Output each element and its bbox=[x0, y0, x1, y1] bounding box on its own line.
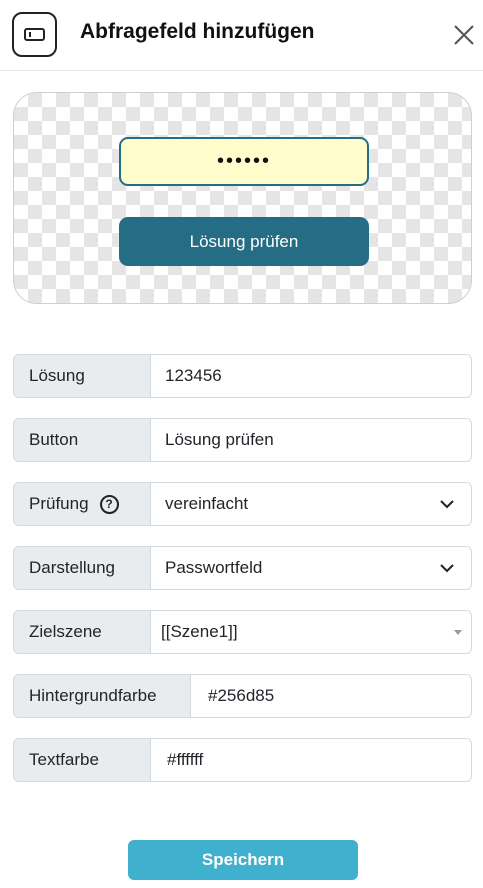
dialog-title: Abfragefeld hinzufügen bbox=[80, 20, 315, 43]
target-scene-select[interactable]: [[Szene1]] bbox=[151, 611, 471, 653]
display-label: Darstellung bbox=[14, 547, 151, 589]
background-color-row: Hintergrundfarbe #256d85 bbox=[13, 674, 472, 718]
preview-password-field[interactable]: •••••• bbox=[119, 137, 369, 186]
close-icon[interactable] bbox=[447, 18, 481, 52]
target-scene-value: [[Szene1]] bbox=[161, 622, 238, 641]
background-color-input[interactable]: #256d85 bbox=[191, 675, 471, 717]
preview-check-button[interactable]: Lösung prüfen bbox=[119, 217, 369, 266]
question-icon[interactable]: ? bbox=[99, 494, 119, 514]
target-scene-row: Zielszene [[Szene1]] bbox=[13, 610, 472, 654]
solution-input[interactable]: 123456 bbox=[151, 355, 471, 397]
display-select[interactable]: Passwortfeld bbox=[151, 547, 471, 589]
text-color-input[interactable]: #ffffff bbox=[151, 739, 471, 781]
target-scene-label: Zielszene bbox=[14, 611, 151, 653]
check-label-text: Prüfung bbox=[29, 494, 89, 513]
preview-area: •••••• Lösung prüfen bbox=[13, 92, 472, 304]
solution-row: Lösung 123456 bbox=[13, 354, 472, 398]
check-row: Prüfung ? vereinfacht bbox=[13, 482, 472, 526]
solution-label: Lösung bbox=[14, 355, 151, 397]
check-select-value: vereinfacht bbox=[165, 494, 249, 513]
check-select[interactable]: vereinfacht bbox=[151, 483, 471, 525]
button-label: Button bbox=[14, 419, 151, 461]
chevron-down-icon bbox=[440, 564, 454, 573]
button-row: Button Lösung prüfen bbox=[13, 418, 472, 462]
text-color-label: Textfarbe bbox=[14, 739, 151, 781]
input-field-icon bbox=[12, 12, 57, 57]
display-select-value: Passwortfeld bbox=[165, 558, 263, 577]
background-color-label: Hintergrundfarbe bbox=[14, 675, 191, 717]
button-text-input[interactable]: Lösung prüfen bbox=[151, 419, 471, 461]
display-row: Darstellung Passwortfeld bbox=[13, 546, 472, 590]
save-button[interactable]: Speichern bbox=[128, 840, 358, 880]
check-label: Prüfung ? bbox=[14, 483, 151, 525]
text-color-row: Textfarbe #ffffff bbox=[13, 738, 472, 782]
caret-down-icon bbox=[454, 630, 462, 635]
dialog-header: Abfragefeld hinzufügen bbox=[0, 0, 483, 71]
chevron-down-icon bbox=[440, 500, 454, 509]
